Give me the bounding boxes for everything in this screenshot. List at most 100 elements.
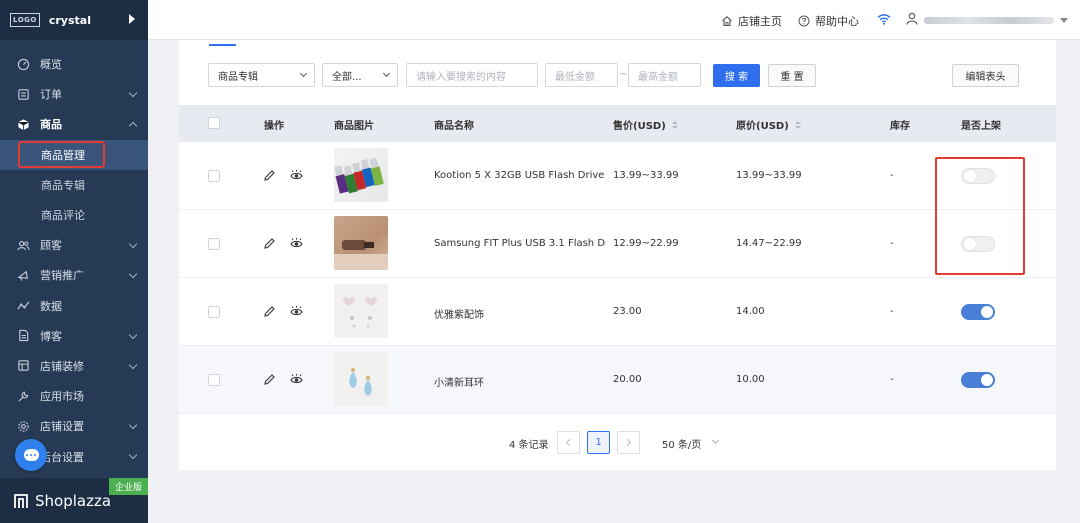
chat-bubble-icon (23, 449, 39, 461)
sidebar-item-store-settings[interactable]: 店铺设置 (0, 411, 148, 441)
preview-eye-icon[interactable] (290, 373, 303, 386)
published-toggle[interactable] (961, 372, 995, 388)
user-icon[interactable] (906, 12, 918, 25)
header-action: 操作 (264, 121, 284, 132)
chat-support-button[interactable] (15, 439, 47, 471)
next-page-button[interactable] (617, 431, 640, 454)
product-image[interactable] (334, 284, 388, 338)
sidebar-item-marketing[interactable]: 营销推广 (0, 260, 148, 290)
toggle-knob (981, 374, 993, 386)
range-separator: ~ (619, 69, 628, 80)
product-stock: - (890, 238, 894, 249)
page-number-button[interactable]: 1 (587, 431, 610, 454)
sidebar-item-label: 商品专辑 (41, 178, 85, 192)
chevron-down-icon (128, 421, 138, 430)
help-center-link[interactable]: 帮助中心 (798, 13, 859, 29)
published-toggle[interactable] (961, 304, 995, 320)
collection-select[interactable]: 商品专辑 (208, 63, 315, 87)
help-circle-icon (798, 15, 810, 27)
row-checkbox[interactable] (208, 170, 220, 182)
prev-page-button[interactable] (557, 431, 580, 454)
product-name[interactable]: Samsung FIT Plus USB 3.1 Flash Drive (434, 238, 606, 249)
product-list-card: 商品专辑 全部... 请输入要搜索的内容 最低金额 ~ 最高金额 搜 索 重 置… (179, 40, 1056, 470)
sidebar-item-data[interactable]: 数据 (0, 291, 148, 321)
edit-header-button[interactable]: 编辑表头 (952, 64, 1019, 87)
sidebar-item-label: 店铺装修 (40, 359, 84, 373)
brand-header: LOGO crystal (0, 0, 148, 40)
product-price: 20.00 (613, 374, 642, 385)
shoplazza-logo: Shoplazza (13, 492, 111, 510)
account-name-blurred[interactable] (924, 17, 1054, 24)
edit-pencil-icon[interactable] (263, 305, 276, 318)
edit-pencil-icon[interactable] (263, 373, 276, 386)
preview-eye-icon[interactable] (290, 237, 303, 250)
sort-icon[interactable] (671, 120, 678, 129)
chevron-down-icon (128, 330, 138, 339)
product-original-price: 13.99~33.99 (736, 170, 802, 181)
min-amount-input[interactable]: 最低金额 (545, 63, 618, 87)
sidebar-item-label: 订单 (40, 88, 62, 102)
store-name[interactable]: crystal (49, 14, 91, 27)
sidebar-item-label: 应用市场 (40, 390, 84, 404)
sort-icon[interactable] (794, 120, 801, 129)
sidebar-item-customers[interactable]: 顾客 (0, 230, 148, 260)
product-name[interactable]: Kootion 5 X 32GB USB Flash Drive (434, 170, 606, 181)
row-checkbox[interactable] (208, 306, 220, 318)
table-row: 小清新耳环 20.00 10.00 - (179, 346, 1056, 414)
sidebar-item-store-design[interactable]: 店铺装修 (0, 351, 148, 381)
chevron-down-icon (128, 451, 138, 460)
reset-button[interactable]: 重 置 (768, 64, 816, 87)
edition-badge: 企业版 (108, 478, 148, 495)
search-button[interactable]: 搜 索 (713, 64, 760, 87)
max-amount-input[interactable]: 最高金额 (628, 63, 701, 87)
product-stock: - (890, 170, 894, 181)
chevron-left-icon (565, 438, 574, 447)
chevron-down-icon[interactable] (711, 436, 720, 445)
header-original-price[interactable]: 原价(USD) (736, 117, 801, 132)
product-image[interactable] (334, 216, 388, 270)
chevron-right-icon (623, 438, 632, 447)
sidebar-item-orders[interactable]: 订单 (0, 79, 148, 109)
header-price[interactable]: 售价(USD) (613, 117, 678, 132)
preview-eye-icon[interactable] (290, 169, 303, 182)
sidebar-nav: 概览 订单 商品 商品管理 商品专辑 商品评论 顾客 营销推广 数据 博客 店铺… (0, 49, 148, 472)
sidebar-item-app-market[interactable]: 应用市场 (0, 381, 148, 411)
preview-eye-icon[interactable] (290, 305, 303, 318)
active-tab-indicator (209, 44, 236, 46)
product-name[interactable]: 优雅紫配饰 (434, 306, 606, 321)
table-row: Samsung FIT Plus USB 3.1 Flash Drive 12.… (179, 210, 1056, 278)
sidebar-subitem-product-management[interactable]: 商品管理 (0, 139, 148, 170)
store-home-link[interactable]: 店铺主页 (721, 13, 782, 29)
header-original-price-label: 原价(USD) (736, 121, 789, 132)
sidebar-item-overview[interactable]: 概览 (0, 49, 148, 79)
product-original-price: 10.00 (736, 374, 765, 385)
sidebar-item-products[interactable]: 商品 (0, 109, 148, 139)
sidebar-subitem-reviews[interactable]: 商品评论 (0, 200, 148, 230)
edit-pencil-icon[interactable] (263, 237, 276, 250)
sidebar-item-blog[interactable]: 博客 (0, 321, 148, 351)
top-header: 店铺主页 帮助中心 (148, 0, 1080, 40)
sidebar-subitem-collections[interactable]: 商品专辑 (0, 170, 148, 200)
product-image[interactable] (334, 352, 388, 406)
usb-plug-image (334, 240, 388, 270)
product-price: 12.99~22.99 (613, 238, 679, 249)
collection-select-value: 商品专辑 (218, 71, 258, 83)
edit-pencil-icon[interactable] (263, 169, 276, 182)
product-price: 13.99~33.99 (613, 170, 679, 181)
chevron-up-icon (128, 122, 138, 131)
status-select[interactable]: 全部... (322, 63, 398, 87)
product-image[interactable] (334, 148, 388, 202)
caret-down-icon[interactable] (1060, 18, 1068, 23)
header-published: 是否上架 (961, 121, 1001, 132)
heart-earrings-image (343, 297, 377, 328)
search-input[interactable]: 请输入要搜索的内容 (406, 63, 538, 87)
table-header: 操作 商品图片 商品名称 售价(USD) 原价(USD) 库存 是否上架 (179, 105, 1056, 142)
product-name[interactable]: 小清新耳环 (434, 374, 606, 389)
sidebar-item-label: 商品评论 (41, 209, 85, 223)
select-all-checkbox[interactable] (208, 117, 220, 129)
sidebar-item-label: 数据 (40, 299, 62, 313)
page-size-select[interactable]: 50 条/页 (662, 436, 701, 451)
store-switch-arrow-icon[interactable] (129, 14, 135, 24)
row-checkbox[interactable] (208, 374, 220, 386)
row-checkbox[interactable] (208, 238, 220, 250)
